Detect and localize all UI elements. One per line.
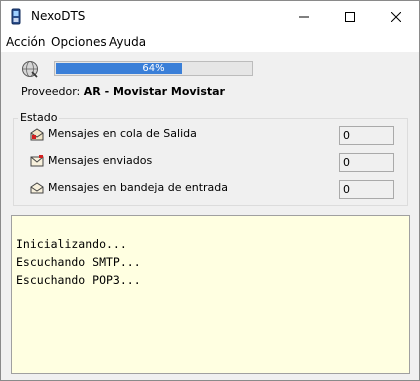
progress-bar: 64% [54,61,253,76]
minimize-button[interactable] [281,1,327,32]
close-button[interactable] [373,1,419,32]
queue-out-value: 0 [339,126,394,145]
window-title: NexoDTS [31,9,86,23]
queue-out-label: Mensajes en cola de Salida [48,127,197,140]
progress-label: 64% [142,63,165,74]
provider-line: Proveedor: AR - Movistar Movistar [21,85,225,98]
menu-ayuda[interactable]: Ayuda [109,35,146,49]
globe-icon [22,61,38,78]
menu-bar: Acción Opciones Ayuda [1,32,419,52]
close-icon [391,11,401,22]
title-bar[interactable]: NexoDTS [1,1,419,32]
app-window: NexoDTS Acción Opciones Ayuda 64% Provee… [0,0,420,381]
outbox-icon [30,128,44,141]
maximize-button[interactable] [327,1,373,32]
log-line: Inicializando... [16,237,127,251]
minimize-icon [299,16,309,17]
inbox-value: 0 [339,180,394,199]
envelope-icon [30,182,44,194]
maximize-icon [345,11,355,22]
menu-accion[interactable]: Acción [6,35,45,49]
log-panel[interactable]: Inicializando... Escuchando SMTP... Escu… [11,215,410,374]
sent-value: 0 [339,153,394,172]
main-panel: 64% Proveedor: AR - Movistar Movistar Es… [1,52,419,380]
sent-mail-icon [30,155,44,167]
inbox-label: Mensajes en bandeja de entrada [48,181,229,194]
provider-value: AR - Movistar Movistar [83,85,225,98]
phone-icon [11,8,21,25]
menu-opciones[interactable]: Opciones [51,35,107,49]
sent-label: Mensajes enviados [48,154,153,167]
log-line: Escuchando SMTP... [16,255,141,269]
estado-group: Estado Mensajes en cola de Salida 0 Mens… [13,111,408,206]
estado-title: Estado [18,111,60,124]
provider-label: Proveedor: [21,85,81,98]
log-line: Escuchando POP3... [16,273,141,287]
